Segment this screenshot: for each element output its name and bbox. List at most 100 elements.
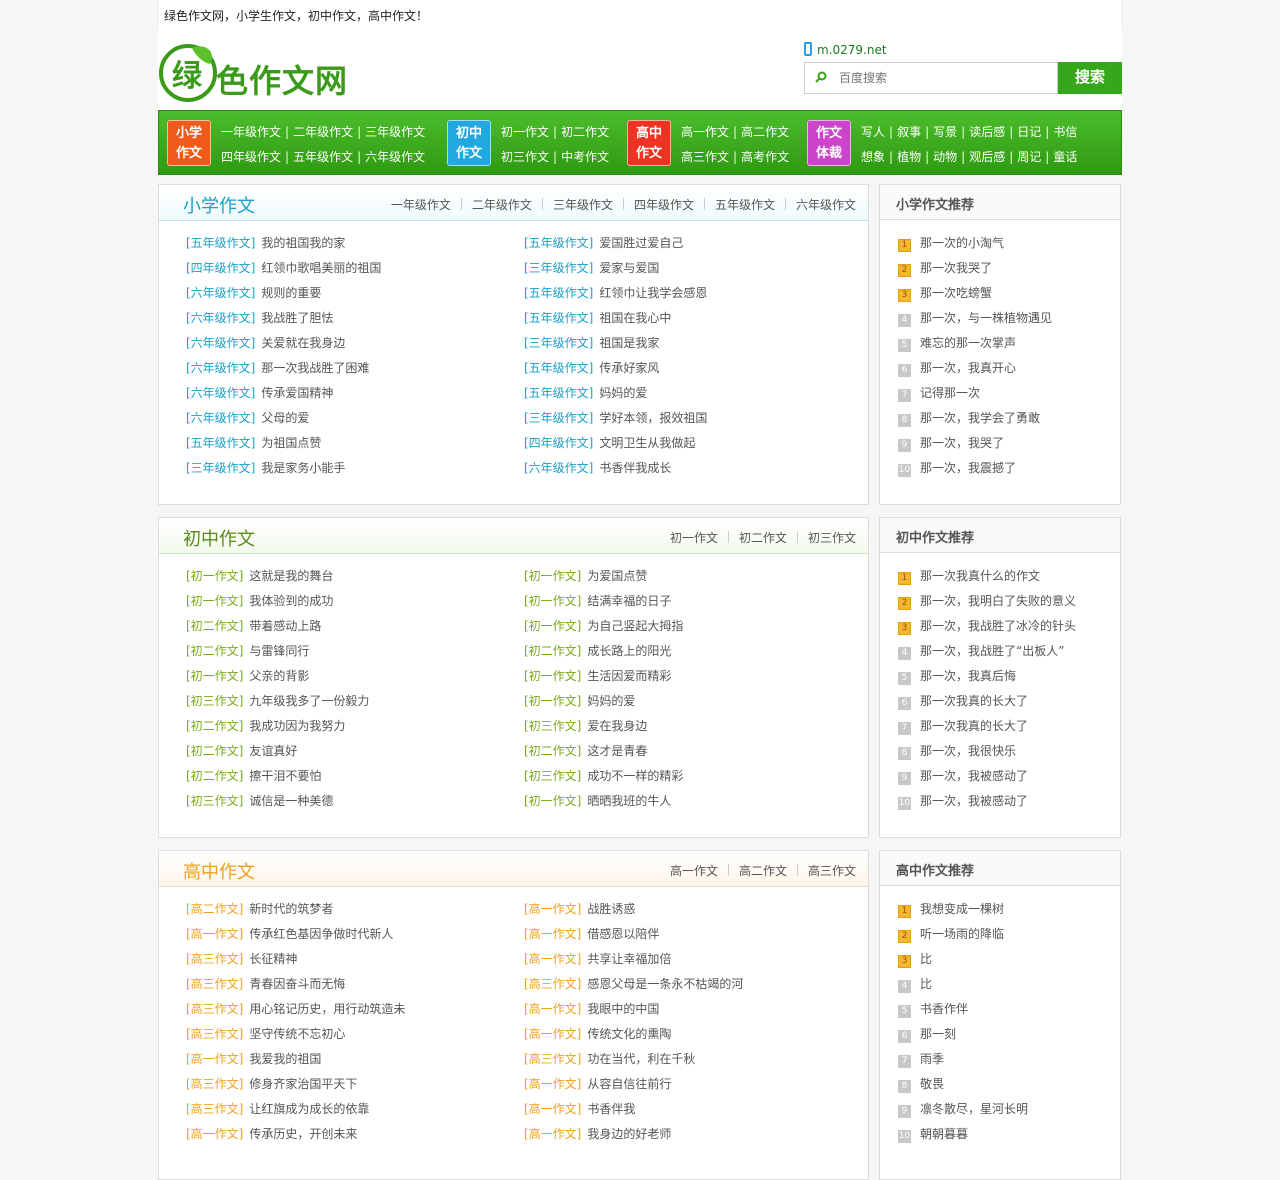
article-title-link[interactable]: 我眼中的中国 [587, 1002, 659, 1016]
article-title-link[interactable]: 青春因奋斗而无悔 [249, 977, 345, 991]
article-category-link[interactable]: [六年级作文] [186, 411, 255, 425]
rank-title-link[interactable]: 书香作伴 [920, 1002, 968, 1016]
article-title-link[interactable]: 传承好家风 [599, 361, 659, 375]
article-category-link[interactable]: [高一作文] [524, 902, 581, 916]
article-title-link[interactable]: 爱家与爱国 [599, 261, 659, 275]
article-title-link[interactable]: 父亲的背影 [249, 669, 309, 683]
article-category-link[interactable]: [五年级作文] [524, 311, 593, 325]
article-category-link[interactable]: [三年级作文] [524, 411, 593, 425]
article-category-link[interactable]: [高一作文] [524, 952, 581, 966]
article-title-link[interactable]: 传承红色基因争做时代新人 [249, 927, 393, 941]
article-category-link[interactable]: [五年级作文] [524, 386, 593, 400]
rank-title-link[interactable]: 我想变成一棵树 [920, 902, 1004, 916]
article-title-link[interactable]: 爱国胜过爱自己 [599, 236, 683, 250]
article-title-link[interactable]: 为爱国点赞 [587, 569, 647, 583]
article-category-link[interactable]: [六年级作文] [186, 336, 255, 350]
subnav-link[interactable]: 初二作文 [739, 531, 787, 545]
article-category-link[interactable]: [初一作文] [186, 669, 243, 683]
rank-title-link[interactable]: 那一次，我被感动了 [920, 794, 1028, 808]
subnav-link[interactable]: 高三作文 [808, 864, 856, 878]
article-title-link[interactable]: 生活因爱而精彩 [587, 669, 671, 683]
article-title-link[interactable]: 结满幸福的日子 [587, 594, 671, 608]
article-category-link[interactable]: [初二作文] [186, 644, 243, 658]
nav-group-tag[interactable]: 初中 作文 [447, 120, 491, 166]
rank-title-link[interactable]: 比 [920, 952, 932, 966]
article-title-link[interactable]: 我爱我的祖国 [249, 1052, 321, 1066]
article-title-link[interactable]: 这就是我的舞台 [249, 569, 333, 583]
rank-title-link[interactable]: 那一次，与一株植物遇见 [920, 311, 1052, 325]
subnav-link[interactable]: 二年级作文 [472, 198, 532, 212]
article-category-link[interactable]: [高一作文] [524, 1002, 581, 1016]
article-category-link[interactable]: [高三作文] [186, 1077, 243, 1091]
nav-link[interactable]: 初三作文 [501, 150, 549, 164]
article-title-link[interactable]: 规则的重要 [261, 286, 321, 300]
rank-title-link[interactable]: 难忘的那一次掌声 [920, 336, 1016, 350]
article-category-link[interactable]: [高一作文] [524, 1127, 581, 1141]
nav-link[interactable]: 高一作文 [681, 125, 729, 139]
article-title-link[interactable]: 我的祖国我的家 [261, 236, 345, 250]
article-title-link[interactable]: 晒晒我班的牛人 [587, 794, 671, 808]
rank-title-link[interactable]: 那一次，我战胜了“出板人” [920, 644, 1064, 658]
nav-link[interactable]: 叙事 [897, 125, 921, 139]
article-title-link[interactable]: 带着感动上路 [249, 619, 321, 633]
article-title-link[interactable]: 学好本领，报效祖国 [599, 411, 707, 425]
article-category-link[interactable]: [初三作文] [186, 794, 243, 808]
article-title-link[interactable]: 擦干泪不要怕 [249, 769, 321, 783]
rank-title-link[interactable]: 那一次，我真开心 [920, 361, 1016, 375]
article-category-link[interactable]: [高一作文] [186, 1127, 243, 1141]
article-title-link[interactable]: 用心铭记历史，用行动筑造未 [249, 1002, 405, 1016]
article-category-link[interactable]: [初三作文] [524, 769, 581, 783]
article-category-link[interactable]: [高三作文] [186, 1102, 243, 1116]
nav-link[interactable]: 书信 [1053, 125, 1077, 139]
article-title-link[interactable]: 传承爱国精神 [261, 386, 333, 400]
article-category-link[interactable]: [初一作文] [524, 694, 581, 708]
article-category-link[interactable]: [三年级作文] [524, 336, 593, 350]
rank-title-link[interactable]: 那一次我哭了 [920, 261, 992, 275]
nav-link[interactable]: 四年级作文 [221, 150, 281, 164]
article-category-link[interactable]: [三年级作文] [186, 461, 255, 475]
article-title-link[interactable]: 借感恩以陪伴 [587, 927, 659, 941]
rank-title-link[interactable]: 雨季 [920, 1052, 944, 1066]
article-category-link[interactable]: [高一作文] [524, 927, 581, 941]
article-title-link[interactable]: 修身齐家治国平天下 [249, 1077, 357, 1091]
site-logo[interactable]: 绿 色作文网 [158, 40, 368, 102]
search-input[interactable] [839, 69, 1049, 87]
rank-title-link[interactable]: 那一次，我真后悔 [920, 669, 1016, 683]
article-category-link[interactable]: [初一作文] [524, 619, 581, 633]
rank-title-link[interactable]: 那一次吃螃蟹 [920, 286, 992, 300]
rank-title-link[interactable]: 那一次的小淘气 [920, 236, 1004, 250]
rank-title-link[interactable]: 敬畏 [920, 1077, 944, 1091]
article-title-link[interactable]: 祖国是我家 [599, 336, 659, 350]
subnav-link[interactable]: 初一作文 [670, 531, 718, 545]
article-category-link[interactable]: [初二作文] [186, 619, 243, 633]
subnav-link[interactable]: 一年级作文 [391, 198, 451, 212]
rank-title-link[interactable]: 那一次，我学会了勇敢 [920, 411, 1040, 425]
article-category-link[interactable]: [初三作文] [186, 694, 243, 708]
article-category-link[interactable]: [初一作文] [186, 569, 243, 583]
article-title-link[interactable]: 父母的爱 [261, 411, 309, 425]
subnav-link[interactable]: 六年级作文 [796, 198, 856, 212]
article-title-link[interactable]: 让红旗成为成长的依靠 [249, 1102, 369, 1116]
rank-title-link[interactable]: 那一次，我被感动了 [920, 769, 1028, 783]
nav-link[interactable]: 写景 [933, 125, 957, 139]
article-title-link[interactable]: 我体验到的成功 [249, 594, 333, 608]
nav-link[interactable]: 二年级作文 [293, 125, 353, 139]
rank-title-link[interactable]: 凛冬散尽，星河长明 [920, 1102, 1028, 1116]
article-title-link[interactable]: 妈妈的爱 [599, 386, 647, 400]
article-category-link[interactable]: [六年级作文] [186, 286, 255, 300]
article-category-link[interactable]: [四年级作文] [524, 436, 593, 450]
article-title-link[interactable]: 祖国在我心中 [599, 311, 671, 325]
article-title-link[interactable]: 这才是青春 [587, 744, 647, 758]
article-category-link[interactable]: [五年级作文] [186, 436, 255, 450]
article-category-link[interactable]: [高三作文] [186, 952, 243, 966]
nav-link[interactable]: 观后感 [969, 150, 1005, 164]
rank-title-link[interactable]: 那一次，我明白了失败的意义 [920, 594, 1076, 608]
nav-link[interactable]: 初二作文 [561, 125, 609, 139]
article-category-link[interactable]: [初二作文] [524, 644, 581, 658]
nav-link[interactable]: 童话 [1053, 150, 1077, 164]
rank-title-link[interactable]: 比 [920, 977, 932, 991]
rank-title-link[interactable]: 记得那一次 [920, 386, 980, 400]
article-category-link[interactable]: [高一作文] [524, 1102, 581, 1116]
article-category-link[interactable]: [初二作文] [186, 769, 243, 783]
article-title-link[interactable]: 红领巾歌唱美丽的祖国 [261, 261, 381, 275]
